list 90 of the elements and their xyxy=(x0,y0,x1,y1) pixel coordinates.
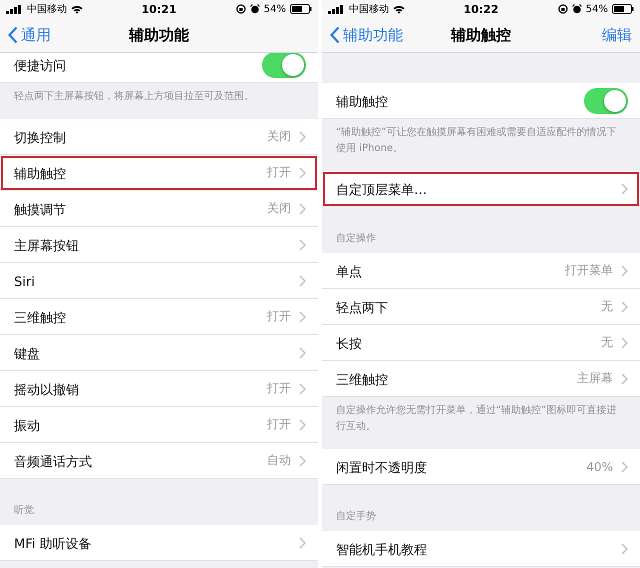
status-time: 10:21 xyxy=(142,2,177,16)
back-chevron-icon xyxy=(330,26,340,44)
chevron-icon xyxy=(621,300,628,312)
carrier-name: 中国移动 xyxy=(349,2,389,16)
row-label: 辅助触控 xyxy=(14,166,67,182)
settings-row[interactable]: 自定顶层菜单… xyxy=(322,171,640,207)
rotation-lock-icon xyxy=(236,4,246,14)
settings-row[interactable]: 音频通话方式 自动 xyxy=(0,443,318,479)
back-button[interactable]: 通用 xyxy=(8,26,51,44)
wifi-icon xyxy=(393,4,405,14)
chevron-icon xyxy=(621,372,628,384)
row-label: 三维触控 xyxy=(14,310,67,326)
row-value: 40% xyxy=(586,460,613,474)
chevron-icon xyxy=(299,274,306,286)
status-time: 10:22 xyxy=(464,2,499,16)
back-chevron-icon xyxy=(8,26,18,44)
chevron-icon xyxy=(621,542,628,554)
row-value: 打开 xyxy=(267,380,291,397)
section-header: 自定手势 xyxy=(336,510,376,523)
row-label: 振动 xyxy=(14,418,41,434)
rotation-lock-icon xyxy=(558,4,568,14)
row-label: 音频通话方式 xyxy=(14,454,93,470)
row-value: 无 xyxy=(601,334,613,351)
signal-icon xyxy=(328,4,345,14)
toggle-switch[interactable] xyxy=(262,53,306,78)
section-header: 听觉 xyxy=(14,504,34,517)
row-label: 便捷访问 xyxy=(14,58,67,74)
chevron-icon xyxy=(299,202,306,214)
row-label: 长按 xyxy=(336,336,363,352)
settings-row[interactable]: 三维触控 主屏幕 xyxy=(322,361,640,397)
row-value: 主屏幕 xyxy=(577,370,613,387)
edit-button[interactable]: 编辑 xyxy=(602,26,632,44)
section-footer: “辅助触控”可让您在触摸屏幕有困难或需要自适应配件的情况下使用 iPhone。 xyxy=(336,127,616,154)
settings-row[interactable]: 辅助触控 xyxy=(322,83,640,119)
settings-row[interactable]: 智能机手机教程 xyxy=(322,531,640,567)
battery-percent: 54% xyxy=(586,4,608,14)
battery-icon xyxy=(612,4,634,14)
row-value: 无 xyxy=(601,298,613,315)
chevron-icon xyxy=(621,182,628,194)
settings-row[interactable]: MFi 助听设备 xyxy=(0,525,318,561)
settings-row[interactable]: 便捷访问 xyxy=(0,53,318,83)
row-label: 主屏幕按钮 xyxy=(14,238,80,254)
chevron-icon xyxy=(299,454,306,466)
chevron-icon xyxy=(299,238,306,250)
row-label: 摇动以撤销 xyxy=(14,382,80,398)
settings-row[interactable]: 闲置时不透明度 40% xyxy=(322,449,640,485)
section-header: 自定操作 xyxy=(336,232,376,245)
carrier-name: 中国移动 xyxy=(27,2,67,16)
row-value: 自动 xyxy=(267,452,291,469)
screen-title: 辅助功能 xyxy=(129,26,189,44)
section-footer: 自定操作允许您无需打开菜单，通过“辅助触控”图标即可直接进行互动。 xyxy=(336,405,616,432)
chevron-icon xyxy=(299,130,306,142)
row-label: 单点 xyxy=(336,264,363,280)
row-label: 切换控制 xyxy=(14,130,67,146)
back-button[interactable]: 辅助功能 xyxy=(330,26,403,44)
toggle-switch[interactable] xyxy=(584,88,628,114)
screen-title: 辅助触控 xyxy=(451,26,511,44)
chevron-icon xyxy=(299,346,306,358)
chevron-icon xyxy=(299,310,306,322)
row-label: MFi 助听设备 xyxy=(14,536,92,552)
row-value: 打开 xyxy=(267,164,291,181)
row-label: 自定顶层菜单… xyxy=(336,182,428,198)
row-label: 键盘 xyxy=(14,346,41,362)
chevron-icon xyxy=(621,460,628,472)
chevron-icon xyxy=(299,382,306,394)
row-value: 关闭 xyxy=(267,200,291,217)
row-label: 触摸调节 xyxy=(14,202,67,218)
row-label: 轻点两下 xyxy=(336,300,389,316)
chevron-icon xyxy=(621,264,628,276)
row-value: 打开 xyxy=(267,308,291,325)
battery-icon xyxy=(290,4,312,14)
row-value: 关闭 xyxy=(267,128,291,145)
battery-percent: 54% xyxy=(264,4,286,14)
row-label: Siri xyxy=(14,274,36,290)
chevron-icon xyxy=(299,536,306,548)
row-label: 辅助触控 xyxy=(336,94,389,110)
chevron-icon xyxy=(299,418,306,430)
alarm-clock-icon xyxy=(572,4,582,14)
row-value: 打开菜单 xyxy=(565,262,613,279)
chevron-icon xyxy=(621,336,628,348)
row-label: 三维触控 xyxy=(336,372,389,388)
signal-icon xyxy=(6,4,23,14)
row-value: 打开 xyxy=(267,416,291,433)
chevron-icon xyxy=(299,166,306,178)
row-label: 智能机手机教程 xyxy=(336,542,428,558)
section-footer: 轻点两下主屏幕按钮，将屏幕上方项目拉至可及范围。 xyxy=(14,91,254,102)
settings-row[interactable]: 辅助触控 打开 xyxy=(0,155,318,191)
row-label: 闲置时不透明度 xyxy=(336,460,428,476)
wifi-icon xyxy=(71,4,83,14)
alarm-clock-icon xyxy=(250,4,260,14)
